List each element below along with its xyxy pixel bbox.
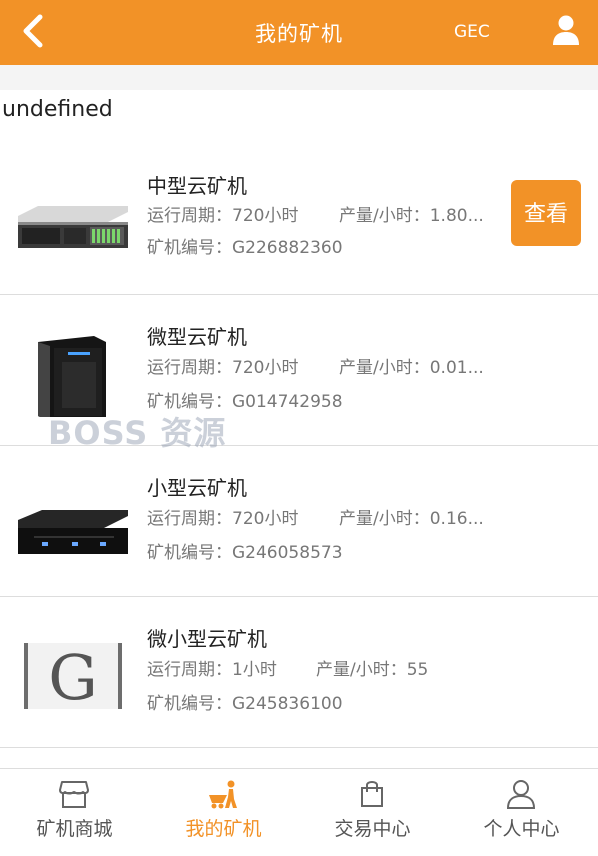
flat-case-image [18,510,128,554]
page-title: 我的矿机 [255,22,343,46]
list-item[interactable]: 中型云矿机 运行周期：720小时 产量/小时：1.80... 矿机编号：G226… [0,144,598,295]
run-cycle: 运行周期：720小时 [147,509,299,529]
tab-my-miners[interactable]: 我的矿机 [149,769,298,856]
item-name: 微型云矿机 [147,325,247,349]
person-icon [506,780,536,809]
hourly-output: 产量/小时：0.16... [339,509,484,529]
watermark: BOSS 资源 [48,414,227,452]
tab-trade-center[interactable]: 交易中心 [298,769,447,856]
list-item[interactable]: G 微小型云矿机 运行周期：1小时 产量/小时：55 矿机编号：G2458361… [0,597,598,748]
tower-case-image [38,336,106,417]
server-rack-image [18,206,128,248]
g-logo-image: G [24,641,122,714]
serial-number: 矿机编号：G246058573 [147,543,343,563]
currency-label[interactable]: GEC [454,22,490,42]
tab-shop[interactable]: 矿机商城 [0,769,149,856]
shop-icon [59,781,89,808]
run-cycle: 运行周期：720小时 [147,358,299,378]
svg-text:G: G [48,641,98,714]
undefined-text: undefined [2,97,113,122]
user-icon[interactable] [552,14,580,46]
view-button[interactable]: 查看 [511,180,581,246]
hourly-output: 产量/小时：0.01... [339,358,484,378]
bag-icon [361,781,383,807]
item-name: 微小型云矿机 [147,627,267,651]
serial-number: 矿机编号：G226882360 [147,238,343,258]
run-cycle: 运行周期：720小时 [147,206,299,226]
miner-icon [209,780,237,809]
item-name: 小型云矿机 [147,476,247,500]
spacer [0,65,598,90]
tab-label: 矿机商城 [36,818,113,840]
tab-label: 交易中心 [334,818,411,840]
tab-profile[interactable]: 个人中心 [447,769,596,856]
tab-label: 我的矿机 [185,818,262,840]
tab-label: 个人中心 [483,818,560,840]
hourly-output: 产量/小时：55 [316,660,429,680]
list-item[interactable]: 小型云矿机 运行周期：720小时 产量/小时：0.16... 矿机编号：G246… [0,446,598,597]
hourly-output: 产量/小时：1.80... [339,206,484,226]
serial-number: 矿机编号：G245836100 [147,694,343,714]
bottom-tab-bar: 矿机商城 我的矿机 交易中心 个人中心 [0,768,598,856]
top-bar: 我的矿机 GEC [0,0,598,65]
run-cycle: 运行周期：1小时 [147,660,277,680]
item-name: 中型云矿机 [147,174,247,198]
